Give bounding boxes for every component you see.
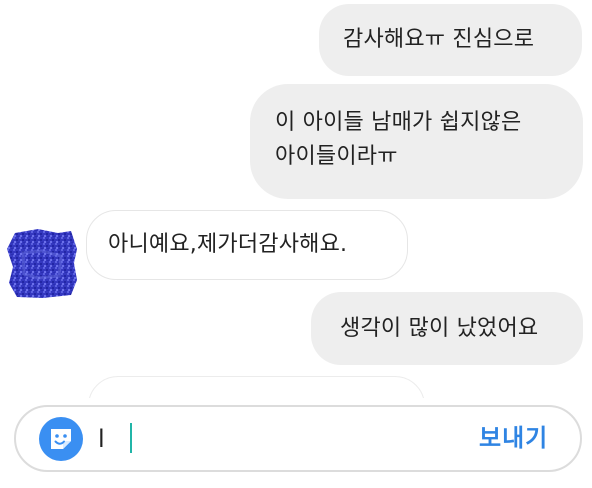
message-composer: 보내기	[0, 398, 592, 488]
message-input-container: 보내기	[14, 405, 582, 472]
sticker-button[interactable]	[39, 417, 83, 461]
received-message-bubble: 아니예요,제가더감사해요.	[86, 210, 408, 280]
avatar[interactable]	[7, 225, 78, 299]
chat-area: 감사해요ㅠ 진심으로 이 아이들 남매가 쉽지않은 아이들이라ㅠ 아니예요,제가…	[0, 0, 592, 398]
text-caret	[130, 423, 132, 453]
sent-message-bubble: 감사해요ㅠ 진심으로	[319, 4, 582, 76]
message-input[interactable]	[98, 419, 428, 459]
sent-message-bubble: 이 아이들 남매가 쉽지않은 아이들이라ㅠ	[250, 84, 583, 199]
partial-message-bubble	[88, 376, 425, 398]
sticker-face-icon	[51, 429, 71, 449]
sent-message-bubble: 생각이 많이 났었어요	[311, 292, 583, 365]
send-button[interactable]: 보내기	[479, 418, 548, 458]
